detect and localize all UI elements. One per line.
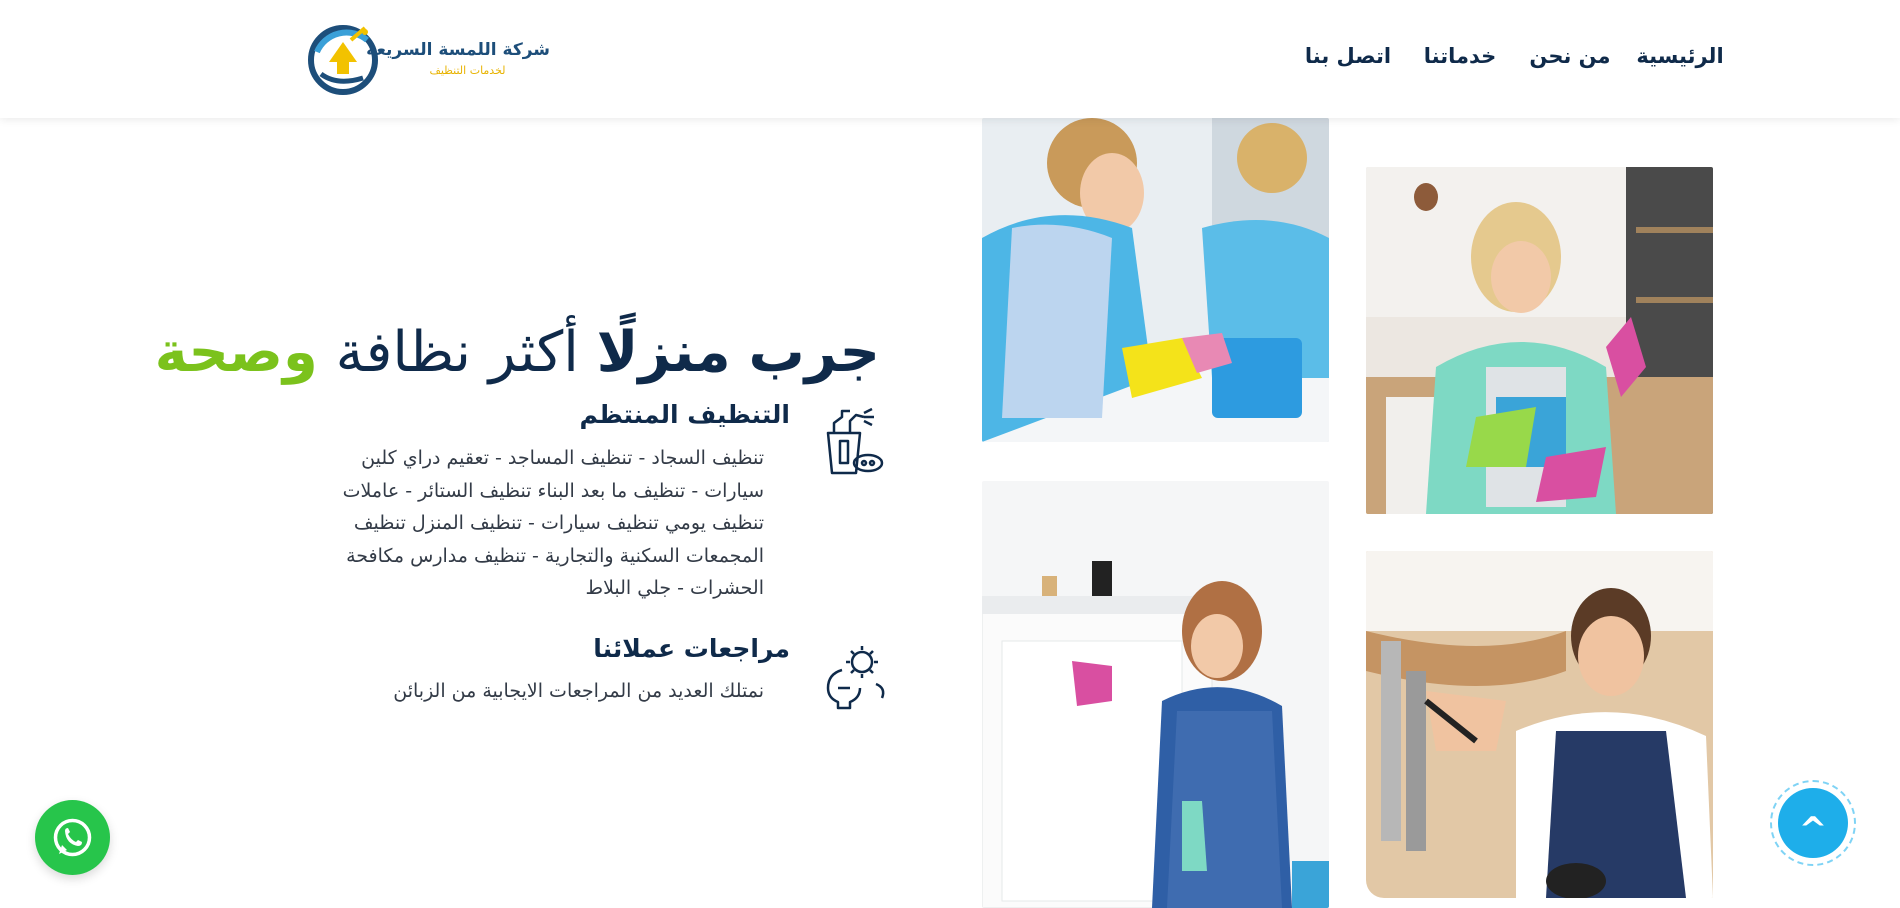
photo-woman-cleaning-cabinet	[982, 481, 1329, 908]
feature-title-customer-reviews: مراجعات عملائنا	[593, 634, 790, 663]
whatsapp-icon	[53, 818, 92, 857]
site-logo[interactable]: شركة اللمسة السريعة لخدمات التنظيف	[307, 22, 550, 96]
scroll-to-top-label: ^	[1778, 788, 1848, 858]
photo-plumber	[1366, 551, 1713, 898]
nav-about[interactable]: من نحن	[1529, 44, 1610, 68]
logo-tagline: لخدمات التنظيف	[429, 64, 506, 77]
nav-contact[interactable]: اتصل بنا	[1305, 44, 1391, 68]
nav-services[interactable]: خدماتنا	[1424, 44, 1497, 68]
scroll-to-top-button[interactable]: ^	[1770, 780, 1856, 866]
headline-word-health: وصحة	[154, 320, 318, 385]
nav-home[interactable]: الرئيسية	[1636, 44, 1723, 68]
headline-word-home: منزلًا	[596, 320, 731, 385]
feature-desc-customer-reviews: نمتلك العديد من المراجعات الايجابية من ا…	[393, 680, 764, 702]
feature-desc-regular-cleaning: تنظيف السجاد - تنظيف المساجد - تعقيم درا…	[342, 447, 764, 599]
hero-headline: جرب منزلًا أكثر نظافة وصحة	[155, 318, 880, 388]
site-header: شركة اللمسة السريعة لخدمات التنظيف الرئي…	[0, 0, 1900, 118]
cleaning-supplies-icon	[826, 407, 884, 475]
headline-word-try: جرب	[748, 320, 880, 385]
whatsapp-button[interactable]	[35, 800, 110, 875]
gear-lightbulb-icon	[826, 646, 885, 710]
photo-woman-cleaning-supplies	[1366, 167, 1713, 514]
feature-title-regular-cleaning: التنظيف المنتظم	[579, 400, 791, 429]
photo-cleaners-wiping-table	[982, 118, 1329, 442]
headline-words-cleaner: أكثر نظافة	[335, 320, 579, 385]
logo-name: شركة اللمسة السريعة	[366, 40, 550, 60]
